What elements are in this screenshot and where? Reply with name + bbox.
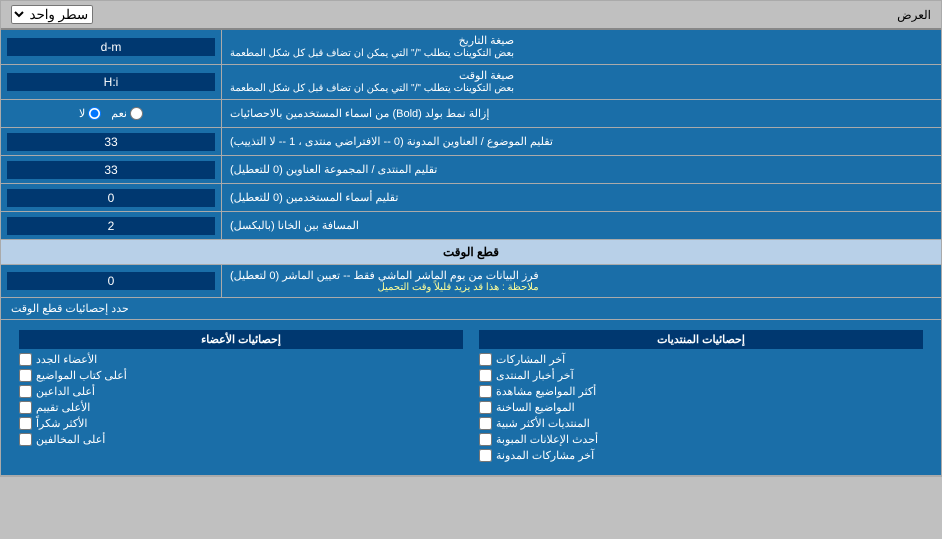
checkbox-hot-topics[interactable] (479, 401, 492, 414)
time-format-input[interactable] (7, 73, 215, 91)
limit-row: حدد إحصائيات قطع الوقت (1, 298, 941, 320)
checkbox-item-7: آخر مشاركات المدونة (479, 449, 923, 462)
header-label-right: العرض (897, 8, 931, 22)
forum-trim-input[interactable] (7, 161, 215, 179)
member-stats-header: إحصائيات الأعضاء (19, 330, 463, 349)
realtime-input[interactable] (7, 272, 215, 290)
checkbox-top-posters: أعلى كتاب المواضيع (19, 369, 463, 382)
checkbox-forum-news[interactable] (479, 369, 492, 382)
topic-trim-input[interactable] (7, 133, 215, 151)
forum-stats-header: إحصائيات المنتديات (479, 330, 923, 349)
topic-trim-input-container (1, 128, 221, 155)
bold-remove-radio-container: نعم لا (1, 100, 221, 127)
bold-remove-label: إزالة نمط بولد (Bold) من اسماء المستخدمي… (221, 100, 941, 127)
checkbox-item-5: المنتديات الأكثر شبية (479, 417, 923, 430)
realtime-label: فرز البيانات من يوم الماشر الماشي فقط --… (221, 265, 941, 297)
checkbox-cols: إحصائيات المنتديات آخر المشاركات آخر أخب… (11, 326, 931, 469)
forum-trim-input-container (1, 156, 221, 183)
checkbox-item-3: أكثر المواضيع مشاهدة (479, 385, 923, 398)
checkbox-section: إحصائيات المنتديات آخر المشاركات آخر أخب… (1, 320, 941, 476)
col-space-row: المسافة بين الخانا (بالبكسل) (1, 212, 941, 240)
date-format-label: صيغة التاريخ بعض التكوينات يتطلب "/" الت… (221, 30, 941, 64)
col-space-input-container (1, 212, 221, 239)
checkbox-top-violators-cb[interactable] (19, 433, 32, 446)
member-stats-col: إحصائيات الأعضاء الأعضاء الجدد أعلى كتاب… (11, 326, 471, 469)
col-space-input[interactable] (7, 217, 215, 235)
bold-remove-row: إزالة نمط بولد (Bold) من اسماء المستخدمي… (1, 100, 941, 128)
checkbox-top-violators: أعلى المخالفين (19, 433, 463, 446)
username-trim-input[interactable] (7, 189, 215, 207)
realtime-input-container (1, 265, 221, 297)
checkbox-most-thanked: الأكثر شكراً (19, 417, 463, 430)
checkbox-blog-posts[interactable] (479, 449, 492, 462)
main-container: العرض سطر واحد سطرين ثلاثة أسطر صيغة الت… (0, 0, 942, 477)
date-format-row: صيغة التاريخ بعض التكوينات يتطلب "/" الت… (1, 30, 941, 65)
checkbox-top-posters-cb[interactable] (19, 369, 32, 382)
username-trim-label: تقليم أسماء المستخدمين (0 للتعطيل) (221, 184, 941, 211)
topic-trim-label: تقليم الموضوع / العناوين المدونة (0 -- ا… (221, 128, 941, 155)
checkbox-new-members-cb[interactable] (19, 353, 32, 366)
checkbox-top-inviters: أعلى الداعين (19, 385, 463, 398)
username-trim-input-container (1, 184, 221, 211)
date-format-input[interactable] (7, 38, 215, 56)
bold-radio-group: نعم لا (71, 103, 151, 124)
checkbox-popular-forums[interactable] (479, 417, 492, 430)
username-trim-row: تقليم أسماء المستخدمين (0 للتعطيل) (1, 184, 941, 212)
header-row: العرض سطر واحد سطرين ثلاثة أسطر (1, 1, 941, 30)
checkbox-most-viewed[interactable] (479, 385, 492, 398)
checkbox-most-thanked-cb[interactable] (19, 417, 32, 430)
checkbox-last-posts[interactable] (479, 353, 492, 366)
forum-stats-col: إحصائيات المنتديات آخر المشاركات آخر أخب… (471, 326, 931, 469)
checkbox-item-1: آخر المشاركات (479, 353, 923, 366)
forum-trim-label: تقليم المنتدى / المجموعة العناوين (0 للت… (221, 156, 941, 183)
bold-yes-label[interactable]: نعم (111, 107, 143, 120)
time-format-input-container (1, 65, 221, 99)
bold-no-label[interactable]: لا (79, 107, 101, 120)
realtime-row: فرز البيانات من يوم الماشر الماشي فقط --… (1, 265, 941, 298)
bold-yes-radio[interactable] (130, 107, 143, 120)
checkbox-classified-ads[interactable] (479, 433, 492, 446)
checkbox-top-rated: الأعلى تقييم (19, 401, 463, 414)
realtime-section-header: قطع الوقت (1, 240, 941, 265)
bold-no-radio[interactable] (88, 107, 101, 120)
checkbox-item-6: أحدث الإعلانات المبوبة (479, 433, 923, 446)
checkbox-item-4: المواضيع الساخنة (479, 401, 923, 414)
date-format-input-container (1, 30, 221, 64)
col-space-label: المسافة بين الخانا (بالبكسل) (221, 212, 941, 239)
time-format-row: صيغة الوقت بعض التكوينات يتطلب "/" التي … (1, 65, 941, 100)
checkbox-item-2: آخر أخبار المنتدى (479, 369, 923, 382)
display-select[interactable]: سطر واحد سطرين ثلاثة أسطر (11, 5, 93, 24)
checkbox-new-members: الأعضاء الجدد (19, 353, 463, 366)
checkbox-top-inviters-cb[interactable] (19, 385, 32, 398)
checkbox-top-rated-cb[interactable] (19, 401, 32, 414)
forum-trim-row: تقليم المنتدى / المجموعة العناوين (0 للت… (1, 156, 941, 184)
time-format-label: صيغة الوقت بعض التكوينات يتطلب "/" التي … (221, 65, 941, 99)
topic-trim-row: تقليم الموضوع / العناوين المدونة (0 -- ا… (1, 128, 941, 156)
